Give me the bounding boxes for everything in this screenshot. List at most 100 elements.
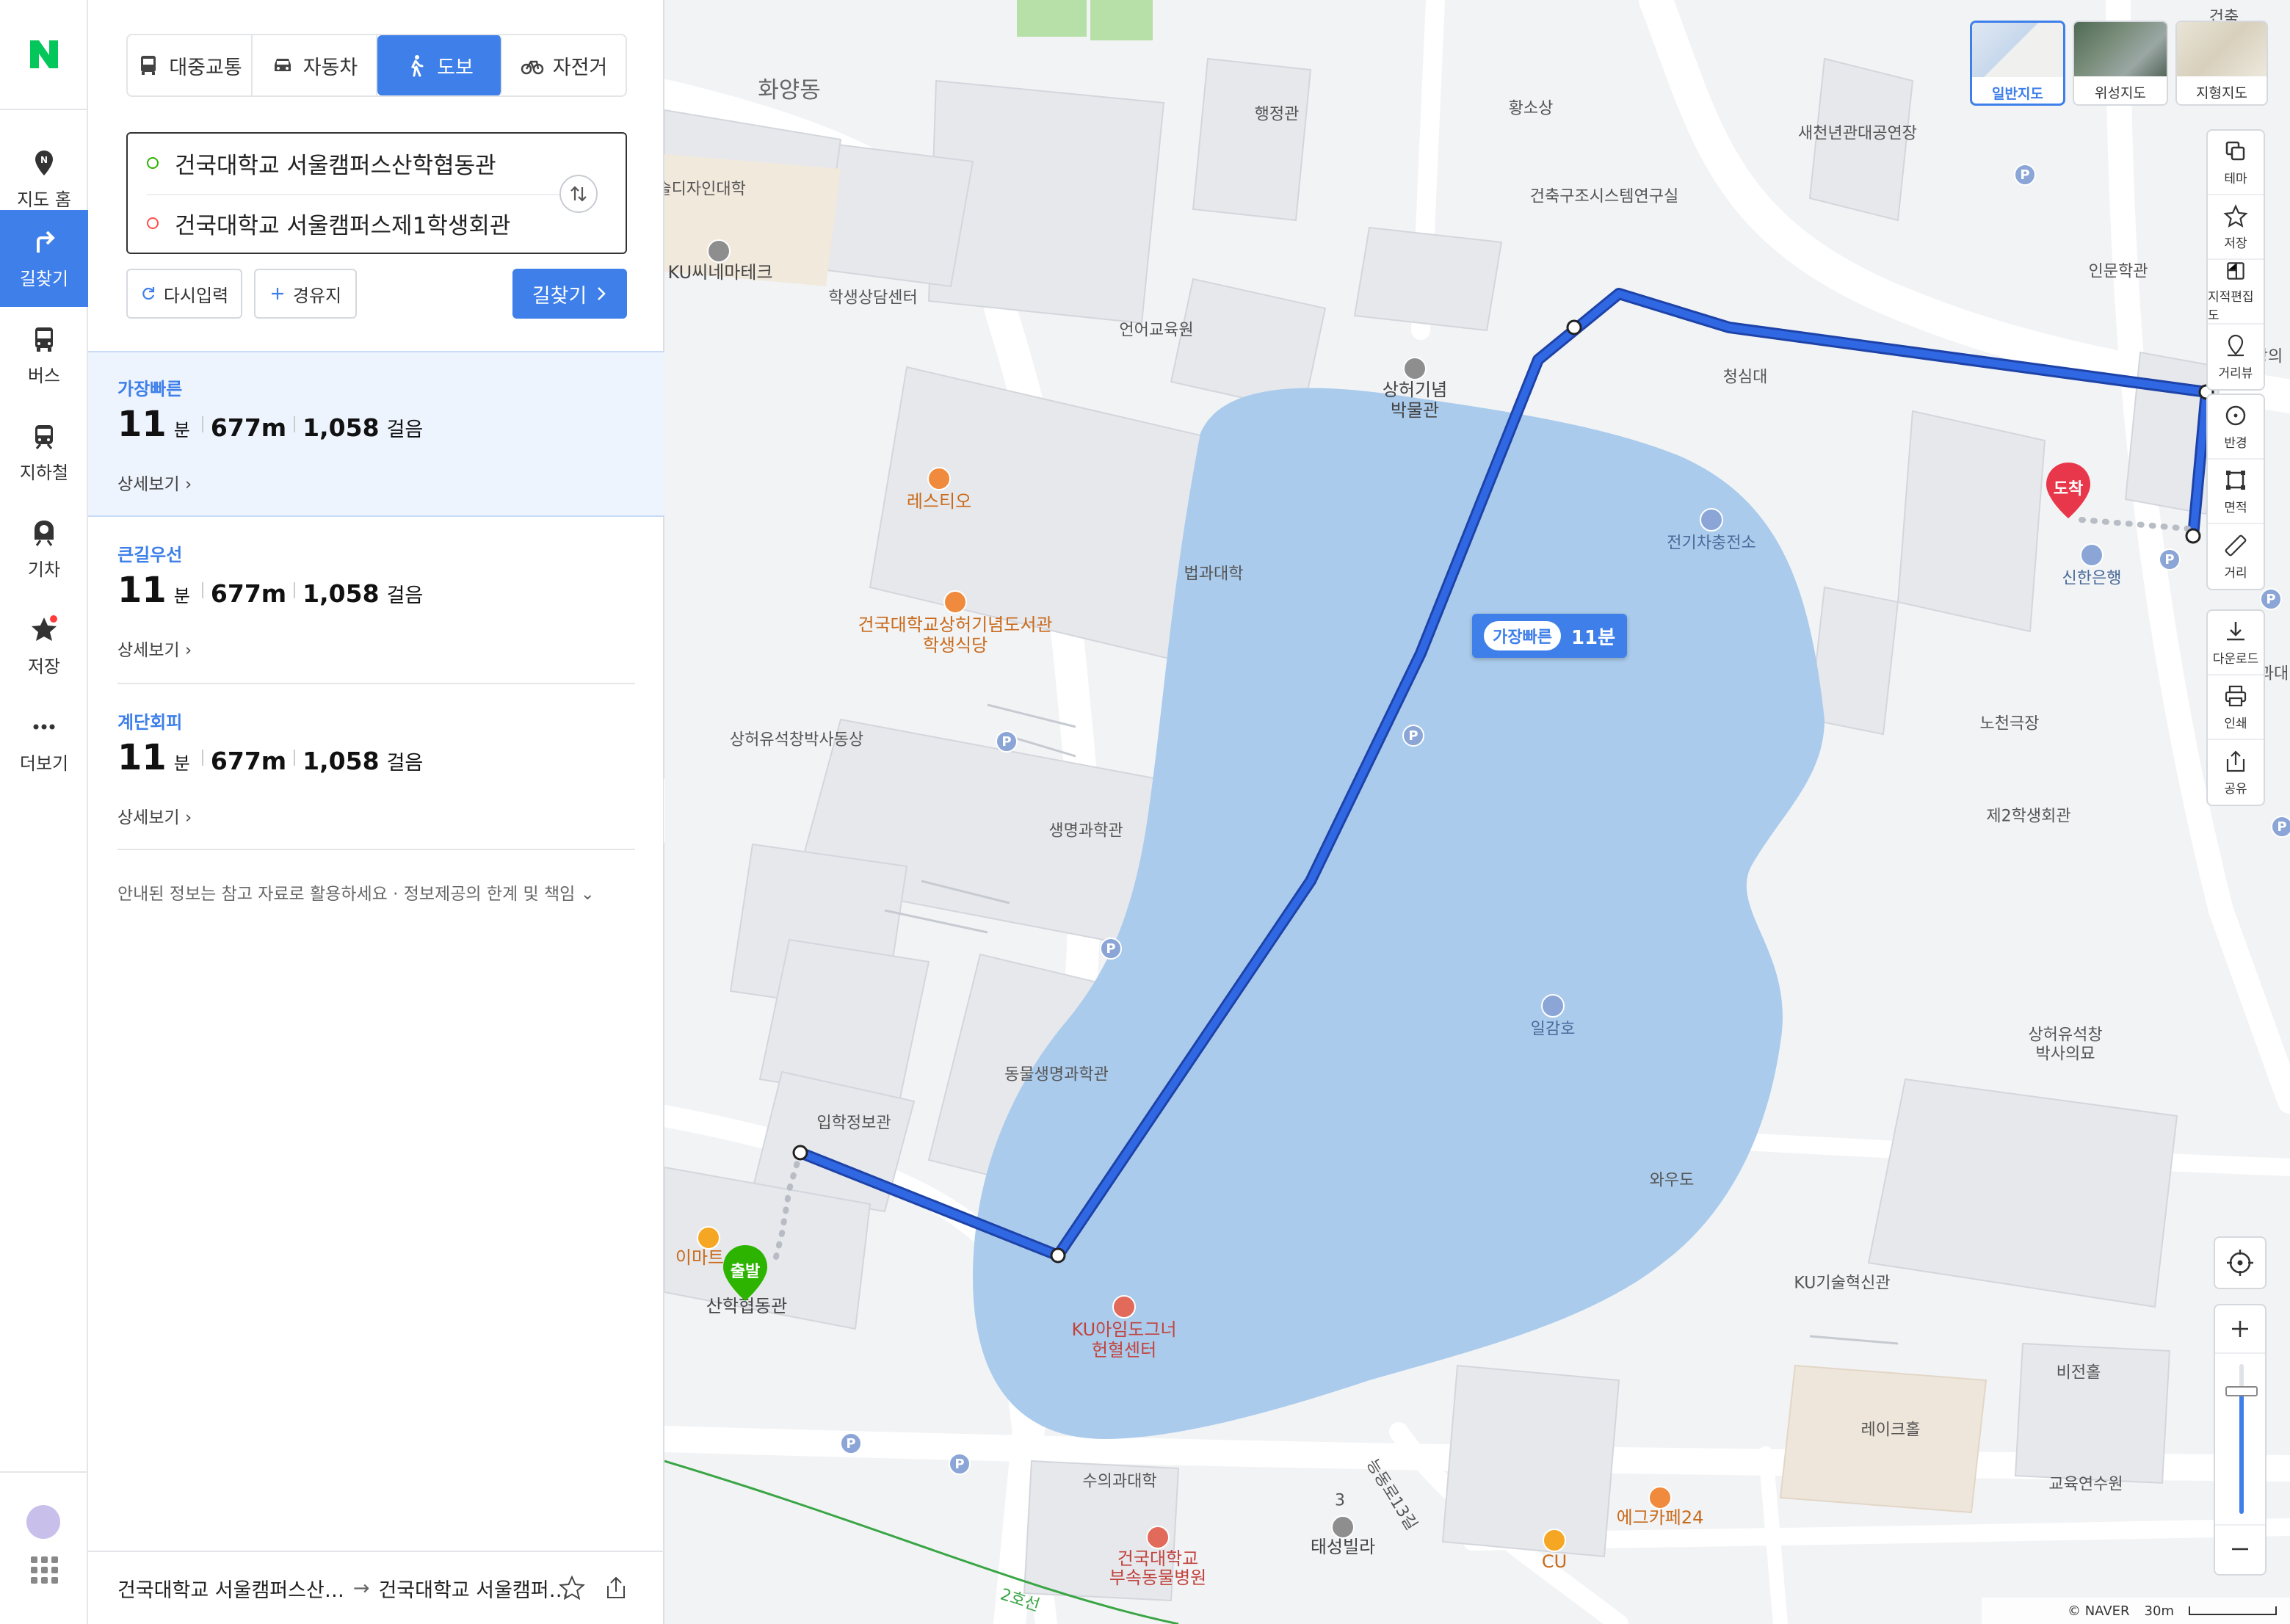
museum-poi-icon[interactable] [1403,357,1427,380]
rail-subway[interactable]: 지하철 [0,404,88,501]
mart-poi-icon[interactable] [697,1226,720,1250]
parking-icon[interactable]: P [2260,588,2282,610]
add-waypoint-button[interactable]: 경유지 [254,269,357,319]
zoom-track-fill [2239,1392,2244,1514]
map-tools-measure: 반경 면적 거리 [2206,394,2265,590]
rail-more[interactable]: 더보기 [0,695,88,791]
naver-logo[interactable] [0,0,88,110]
zoom-handle[interactable] [2225,1386,2258,1396]
my-location-button[interactable] [2214,1236,2267,1289]
map-type-normal[interactable]: 일반지도 [1970,21,2065,106]
download-button[interactable]: 다운로드 [2208,611,2264,675]
origin-dot-icon [147,157,159,169]
car-icon [274,59,291,71]
map-label: 상허유석창박사동상 [729,731,864,750]
tool-label: 면적 [2224,500,2247,515]
route-option[interactable]: 가장빠른 11 분 677m 1,058 걸음 상세보기 › [88,351,664,517]
route-minutes-unit: 분 [173,420,190,441]
apps-grid-icon[interactable] [29,1555,59,1584]
theme-button[interactable]: 테마 [2208,131,2264,195]
avatar[interactable] [26,1505,60,1539]
parking-icon[interactable]: P [996,731,1018,753]
parking-icon[interactable]: P [2014,164,2036,186]
route-time-tag[interactable]: 가장빠른 11분 [1472,614,1628,658]
rail-bus[interactable]: 버스 [0,307,88,404]
parking-icon[interactable]: P [840,1432,862,1454]
radius-button[interactable]: 반경 [2208,395,2264,460]
arrow-right-icon: → [352,1576,370,1600]
map-label: 언어교육원 [1119,321,1194,340]
lake-poi-icon[interactable] [1541,994,1565,1018]
building-poi-icon[interactable] [1331,1515,1355,1539]
detail-label: 상세보기 [117,808,180,827]
map-canvas[interactable]: 화양동 행정관 황소상 새천년관대공연장 예술디자인대학 건축구조시스템연구실 … [664,0,2290,1624]
map-label: KU아임도그너 [1071,1319,1177,1341]
map-label: 건국대학교 [1117,1548,1199,1570]
star-outline-icon[interactable] [558,1574,586,1602]
parking-icon[interactable]: P [949,1453,971,1475]
origin-field[interactable]: 건국대학교 서울캠퍼스산학협동관 [128,134,568,192]
parking-icon[interactable]: P [1100,938,1122,960]
parking-icon[interactable]: P [1402,725,1424,747]
blood-center-poi-icon[interactable] [1112,1295,1136,1319]
stat-divider [201,750,203,766]
parking-icon[interactable]: P [2159,548,2181,570]
bank-poi-icon[interactable] [2080,543,2104,567]
zoom-slider[interactable] [2215,1354,2265,1524]
print-button[interactable]: 인쇄 [2208,675,2264,740]
cinema-poi-icon[interactable] [707,239,731,263]
route-detail-link[interactable]: 상세보기 › [117,636,192,661]
tool-label: 거리뷰 [2218,366,2253,381]
cadastral-map-button[interactable]: 지적편집도 [2208,260,2264,325]
reset-button[interactable]: 다시입력 [126,269,242,319]
route-option[interactable]: 큰길우선 11 분 677m 1,058 걸음 상세보기 › [88,518,664,684]
map-label: 레스티오 [906,491,972,512]
zoom-out-button[interactable] [2215,1524,2265,1573]
route-type: 가장빠른 [117,379,183,399]
rail-directions[interactable]: 길찾기 [0,210,88,307]
ev-charger-poi-icon[interactable] [1700,508,1723,532]
route-stats: 11 분 677m 1,058 걸음 [117,404,423,445]
map-type-terrain[interactable]: 지형지도 [2175,21,2268,106]
tab-car[interactable]: 자동차 [253,35,377,95]
distance-button[interactable]: 거리 [2208,524,2264,589]
area-button[interactable]: 면적 [2208,460,2264,524]
disclaimer-notice[interactable]: 안내된 정보는 참고 자료로 활용하세요 · 정보제공의 한계 및 책임 ⌄ [117,880,595,905]
tab-walk[interactable]: 도보 [377,35,502,95]
route-tag-time: 11분 [1570,626,1616,649]
origin-value: 건국대학교 서울캠퍼스산학협동관 [175,152,496,179]
map-label: 전기차충전소 [1667,534,1756,553]
animal-hospital-poi-icon[interactable] [1146,1526,1170,1549]
rail-train[interactable]: 기차 [0,501,88,598]
end-pin[interactable]: 도착 [2045,461,2092,523]
locate-icon [2227,1250,2253,1276]
street-view-button[interactable]: 거리뷰 [2208,325,2264,389]
cafe-poi-icon[interactable] [927,467,951,490]
convenience-store-poi-icon[interactable] [1543,1529,1566,1552]
map-label: 신한은행 [2062,569,2122,588]
map-type-satellite[interactable]: 위성지도 [2073,21,2168,106]
tool-label: 인쇄 [2224,716,2247,731]
map-label: 태성빌라 [1310,1537,1376,1558]
swap-button[interactable] [559,175,598,213]
tab-bicycle[interactable]: 자전거 [502,35,626,95]
zoom-in-button[interactable] [2215,1305,2265,1354]
route-detail-link[interactable]: 상세보기 › [117,470,192,495]
share-map-button[interactable]: 공유 [2208,740,2264,805]
tab-transit[interactable]: 대중교통 [128,35,253,95]
map-label: 에그카페24 [1616,1507,1704,1529]
cafe-poi-icon[interactable] [1648,1486,1672,1509]
parking-icon[interactable]: P [2271,816,2290,838]
share-icon[interactable] [602,1574,630,1602]
rail-saved[interactable]: 저장 [0,598,88,695]
search-route-button[interactable]: 길찾기 [512,269,627,319]
print-icon [2225,685,2247,706]
restaurant-poi-icon[interactable] [943,590,967,614]
route-option[interactable]: 계단회피 11 분 677m 1,058 걸음 상세보기 › [88,686,664,852]
destination-field[interactable]: 건국대학교 서울캠퍼스제1학생회관 [128,194,568,253]
route-detail-link[interactable]: 상세보기 › [117,803,192,828]
start-pin[interactable]: 출발 [722,1244,769,1305]
start-pin-label: 출발 [730,1263,761,1281]
directions-icon [37,231,55,253]
save-map-button[interactable]: 저장 [2208,195,2264,260]
